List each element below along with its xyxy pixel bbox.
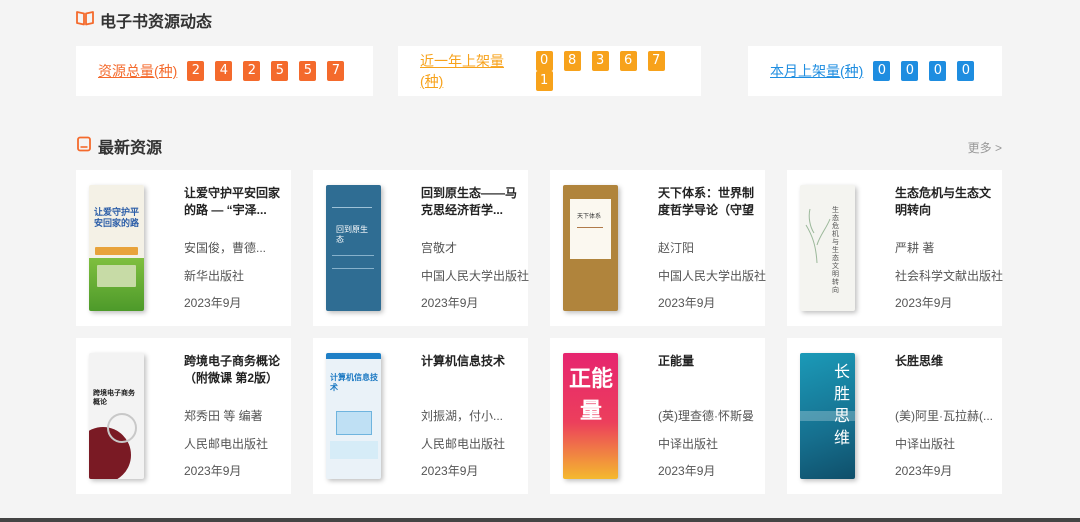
- more-link[interactable]: 更多 >: [968, 139, 1002, 156]
- stat-digit: 7: [327, 61, 345, 81]
- book-date: 2023年9月: [895, 296, 953, 310]
- stat-digit: 7: [647, 51, 665, 71]
- book-icon: [76, 136, 92, 157]
- book-author: 严耕 著: [895, 241, 935, 255]
- book-title[interactable]: 天下体系：世界制度哲学导论（守望者）: [658, 185, 763, 219]
- open-book-icon: [76, 10, 94, 31]
- cover-title: 长胜思维: [834, 362, 851, 447]
- book-author: 刘振湖，付小...: [421, 409, 504, 423]
- book-cover[interactable]: 计算机信息技术: [326, 353, 381, 479]
- book-date: 2023年9月: [184, 464, 242, 478]
- book-card[interactable]: 回到原生态 回到原生态——马克思经济哲学... 宫敬才 中国人民大学出版社 20…: [313, 170, 530, 326]
- book-title[interactable]: 正能量: [658, 353, 763, 387]
- stat-label-month[interactable]: 本月上架量(种): [770, 61, 863, 81]
- stat-digit: 6: [619, 51, 637, 71]
- book-author: 安国俊，曹德...: [184, 241, 267, 255]
- book-cover[interactable]: 长胜思维: [800, 353, 855, 479]
- stat-digit: 4: [215, 61, 233, 81]
- stat-label-year[interactable]: 近一年上架量(种): [420, 51, 526, 91]
- book-publisher: 中译出版社: [658, 437, 719, 451]
- book-date: 2023年9月: [421, 296, 479, 310]
- book-publisher: 中译出版社: [895, 437, 956, 451]
- section-title: 最新资源: [98, 140, 163, 157]
- book-date: 2023年9月: [184, 296, 242, 310]
- stat-label-total[interactable]: 资源总量(种): [98, 61, 177, 81]
- book-publisher: 社会科学文献出版社: [895, 269, 1004, 283]
- stat-digit: 2: [243, 61, 261, 81]
- stat-digit: 8: [563, 51, 581, 71]
- cover-title: 天下体系: [577, 214, 602, 220]
- book-cover[interactable]: 天下体系: [563, 185, 618, 311]
- stat-digit: 3: [591, 51, 609, 71]
- book-cover[interactable]: 让爱守护平安回家的路: [89, 185, 144, 311]
- stat-digits-month: 0000: [873, 61, 985, 81]
- stat-year: 近一年上架量(种) 0 8 3 6 7 1: [398, 46, 701, 96]
- book-card[interactable]: 正能量 正能量 (英)理查德·怀斯曼 中译出版社 2023年9月: [550, 338, 765, 494]
- book-publisher: 人民邮电出版社: [184, 437, 269, 451]
- book-publisher: 中国人民大学出版社: [658, 269, 767, 283]
- book-title[interactable]: 计算机信息技术: [421, 353, 526, 387]
- bottom-border: [0, 518, 1080, 522]
- book-cover[interactable]: 回到原生态: [326, 185, 381, 311]
- book-publisher: 人民邮电出版社: [421, 437, 506, 451]
- stat-total: 资源总量(种) 242557: [76, 46, 373, 96]
- section-title: 电子书资源动态: [100, 14, 213, 31]
- book-card[interactable]: 天下体系 天下体系：世界制度哲学导论（守望者） 赵汀阳 中国人民大学出版社 20…: [550, 170, 767, 326]
- book-author: (英)理查德·怀斯曼: [658, 409, 754, 423]
- stat-digit: 0: [901, 61, 919, 81]
- cover-title: 计算机信息技术: [330, 373, 378, 392]
- book-cover[interactable]: 正能量: [563, 353, 618, 479]
- book-author: (美)阿里·瓦拉赫(...: [895, 409, 993, 423]
- book-publisher: 新华出版社: [184, 269, 245, 283]
- book-card[interactable]: 生态危机与生态文明转向 生态危机与生态文明转向 严耕 著 社会科学文献出版社 2…: [787, 170, 1004, 326]
- book-date: 2023年9月: [658, 296, 716, 310]
- book-title[interactable]: 长胜思维: [895, 353, 1000, 387]
- cover-title: 跨境电子商务概论: [93, 390, 135, 406]
- stat-digit: 0: [957, 61, 975, 81]
- book-title[interactable]: 让爱守护平安回家的路 — “宇泽...: [184, 185, 289, 219]
- stat-month: 本月上架量(种) 0000: [748, 46, 1002, 96]
- book-title[interactable]: 回到原生态——马克思经济哲学...: [421, 185, 526, 219]
- book-author: 宫敬才: [421, 241, 458, 255]
- book-title[interactable]: 跨境电子商务概论（附微课 第2版）: [184, 353, 289, 387]
- section-header-dynamics: 电子书资源动态: [76, 2, 1002, 38]
- cover-title: 生态危机与生态文明转向: [832, 207, 839, 294]
- stat-digit: 5: [271, 61, 289, 81]
- cover-title: 正能量: [568, 366, 613, 423]
- book-card[interactable]: 长胜思维 长胜思维 (美)阿里·瓦拉赫(... 中译出版社 2023年9月: [787, 338, 1002, 494]
- book-card[interactable]: 计算机信息技术 计算机信息技术 刘振湖，付小... 人民邮电出版社 2023年9…: [313, 338, 528, 494]
- stat-digit: 0: [535, 51, 553, 71]
- book-publisher: 中国人民大学出版社: [421, 269, 530, 283]
- book-author: 赵汀阳: [658, 241, 695, 255]
- stat-digit: 2: [187, 61, 205, 81]
- book-date: 2023年9月: [895, 464, 953, 478]
- stat-digit: 0: [873, 61, 891, 81]
- book-cover[interactable]: 生态危机与生态文明转向: [800, 185, 855, 311]
- book-author: 郑秀田 等 编著: [184, 409, 263, 423]
- stat-digit: 1: [535, 71, 553, 91]
- section-header-latest: 最新资源 更多 >: [76, 128, 1002, 164]
- book-title[interactable]: 生态危机与生态文明转向: [895, 185, 1000, 219]
- book-card[interactable]: 跨境电子商务概论 跨境电子商务概论（附微课 第2版） 郑秀田 等 编著 人民邮电…: [76, 338, 291, 494]
- cover-title: 回到原生态: [336, 225, 368, 244]
- stat-digit: 0: [929, 61, 947, 81]
- stat-digit: 5: [299, 61, 317, 81]
- cover-title: 让爱守护平安回家的路: [93, 207, 139, 228]
- stats-bar: 资源总量(种) 242557 近一年上架量(种) 0 8 3 6 71 本月上架量(种)…: [76, 46, 1002, 96]
- stat-digits-year: 0 8 3 6 7 1: [535, 51, 701, 91]
- book-card[interactable]: 让爱守护平安回家的路 让爱守护平安回家的路 — “宇泽... 安国俊，曹德...…: [76, 170, 291, 326]
- book-date: 2023年9月: [658, 464, 716, 478]
- stat-digits-total: 242557: [187, 61, 355, 81]
- book-date: 2023年9月: [421, 464, 479, 478]
- book-cover[interactable]: 跨境电子商务概论: [89, 353, 144, 479]
